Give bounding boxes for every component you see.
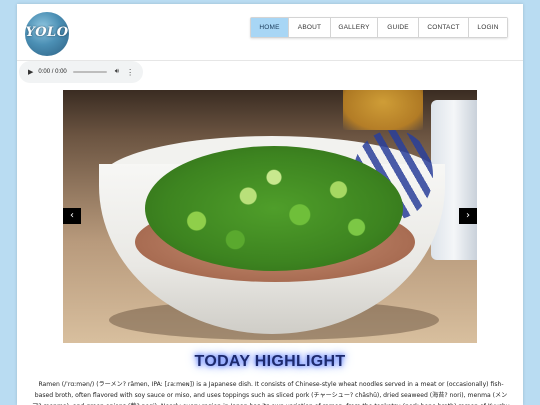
volume-icon[interactable]: 🔊︎ (115, 68, 119, 76)
carousel-next-button[interactable]: › (459, 208, 477, 224)
nav-login[interactable]: LOGIN (469, 18, 507, 37)
nav-about[interactable]: ABOUT (289, 18, 331, 37)
image-carousel: ‹ › (63, 90, 477, 343)
highlight-description: Ramen (/ˈrɑːmən/) (ラーメン? rāmen, IPA: [ɾa… (32, 381, 510, 405)
carousel-photo-green-onions (145, 146, 403, 271)
nav-gallery[interactable]: GALLERY (331, 18, 378, 37)
nav-home[interactable]: HOME (251, 18, 289, 37)
site-logo[interactable]: YOLO (25, 12, 69, 56)
carousel-photo-glass (343, 90, 423, 130)
more-vert-icon[interactable]: ⋮ (126, 68, 134, 77)
nav-guide[interactable]: GUIDE (378, 18, 419, 37)
page-container: YOLO HOME ABOUT GALLERY GUIDE CONTACT LO… (17, 4, 523, 405)
nav-contact[interactable]: CONTACT (419, 18, 469, 37)
logo-text: YOLO (25, 25, 69, 40)
carousel-prev-button[interactable]: ‹ (63, 208, 81, 224)
audio-player: ▶ 0:00 / 0:00 🔊︎ ⋮ (19, 61, 143, 83)
main-nav: HOME ABOUT GALLERY GUIDE CONTACT LOGIN (250, 17, 508, 38)
highlight-title: TODAY HIGHLIGHT (194, 353, 346, 370)
audio-progress-track[interactable] (72, 71, 107, 73)
audio-time: 0:00 / 0:00 (38, 69, 67, 75)
play-icon[interactable]: ▶ (28, 68, 33, 76)
